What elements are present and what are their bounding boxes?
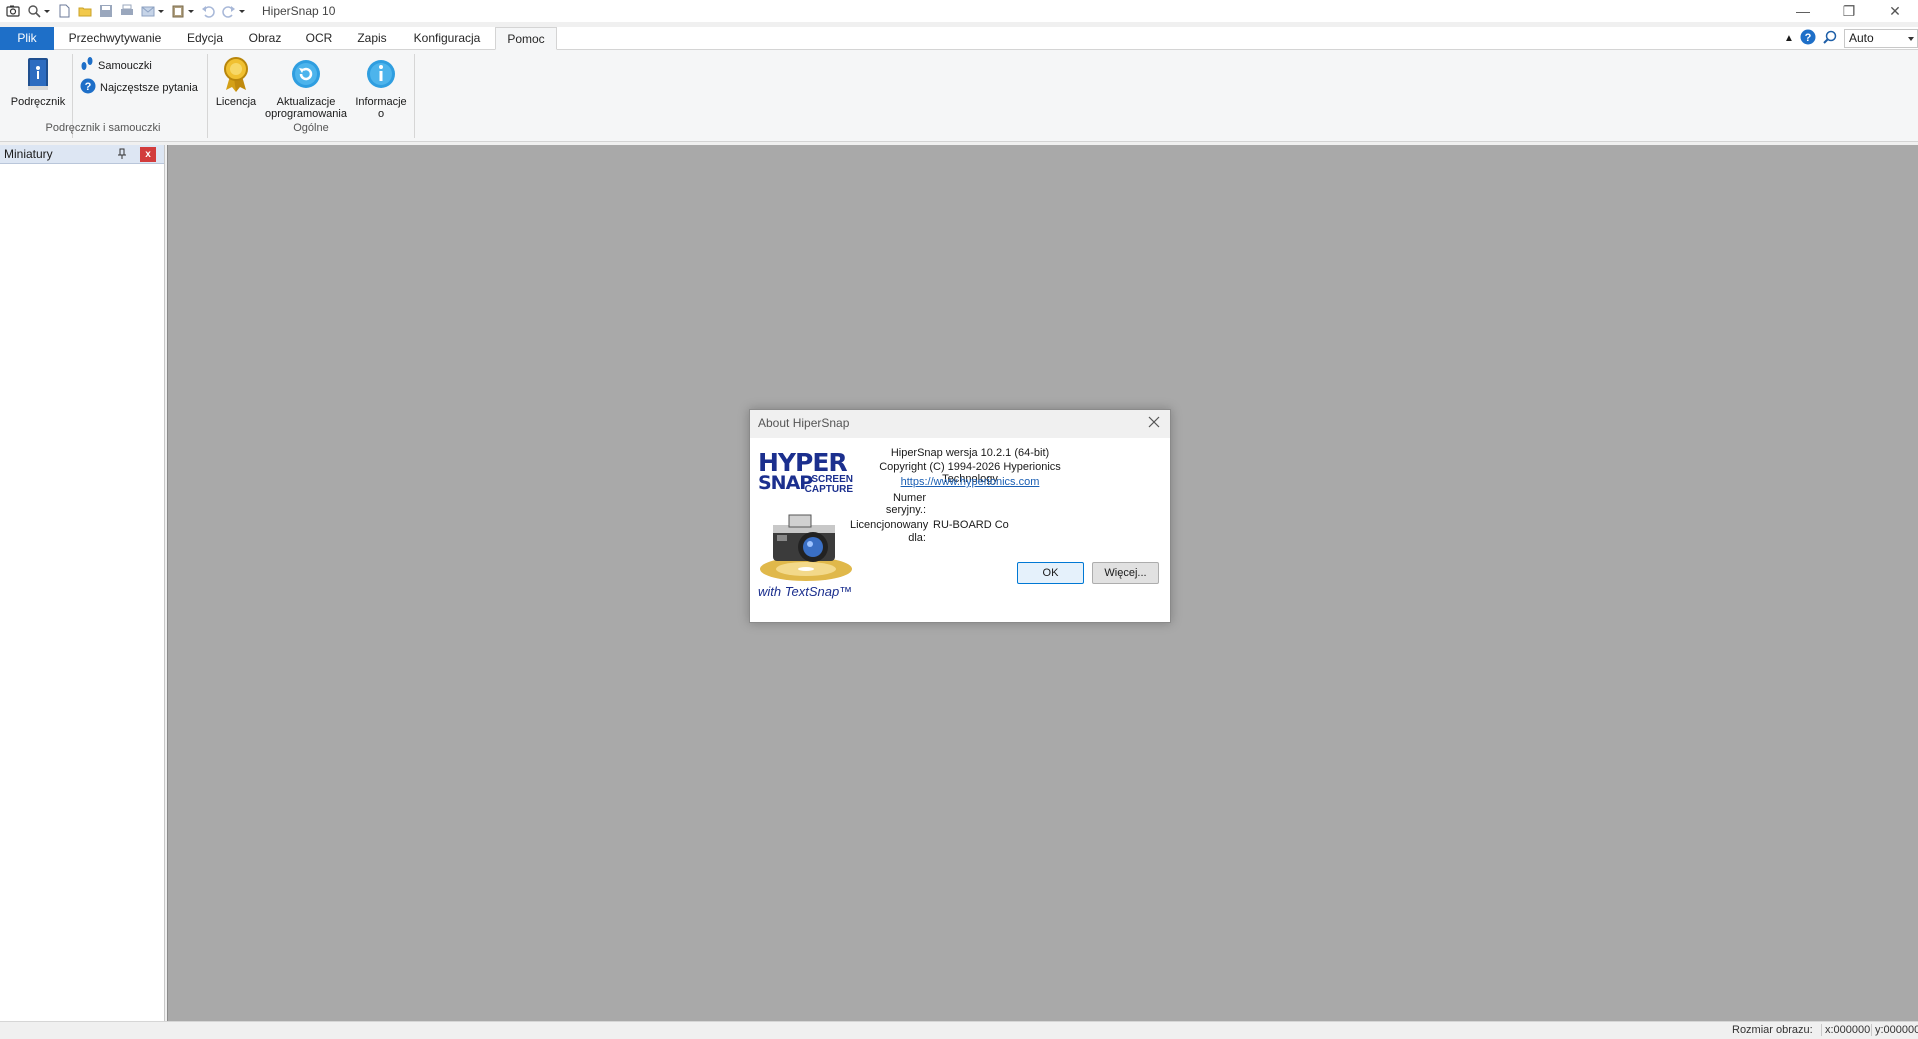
send-icon[interactable] — [141, 4, 155, 18]
thumbnails-header: Miniatury x — [0, 145, 164, 164]
window-controls: — ❐ ✕ — [1780, 0, 1918, 22]
y-coordinate: y:000000 — [1871, 1024, 1918, 1036]
new-icon[interactable] — [57, 4, 71, 18]
print-icon[interactable] — [120, 4, 134, 18]
ribbon-tabs: Plik Przechwytywanie Edycja Obraz OCR Za… — [0, 27, 1918, 50]
chevron-down-icon — [1908, 37, 1914, 41]
logo-textsnap: with TextSnap™ — [758, 584, 853, 599]
pane-close-button[interactable]: x — [140, 147, 156, 162]
manual-label: Podręcznik — [10, 96, 66, 108]
license-button[interactable]: Licencja — [212, 56, 260, 108]
tab-ocr[interactable]: OCR — [296, 27, 342, 50]
chevron-down-icon[interactable] — [188, 9, 194, 13]
zoom-select[interactable]: Auto — [1844, 29, 1918, 48]
faq-label: Najczęstsze pytania — [100, 81, 198, 94]
camera-illustration-icon — [760, 514, 852, 581]
about-label-1: Informacje — [355, 96, 407, 108]
book-icon — [22, 56, 54, 92]
tab-image[interactable]: Obraz — [240, 27, 290, 50]
website-link-wrapper: https://www.hyperionics.com — [860, 476, 1080, 488]
about-button[interactable]: Informacje o — [350, 56, 412, 120]
version-text: HiperSnap wersja 10.2.1 (64-bit) — [890, 447, 1050, 459]
pin-icon[interactable] — [116, 148, 128, 160]
save-icon[interactable] — [99, 4, 113, 18]
licensed-value: RU-BOARD Co — [933, 519, 1009, 531]
separator — [414, 54, 415, 138]
collapse-ribbon-icon[interactable]: ▲ — [1782, 33, 1796, 44]
more-button[interactable]: Więcej... — [1092, 562, 1159, 584]
tab-right-tools: ▲ ? Auto — [1782, 27, 1918, 50]
licensed-label-1: Licencjonowany — [850, 519, 929, 531]
help-icon[interactable]: ? — [1800, 29, 1816, 48]
licensed-label: Licencjonowany dla: — [850, 519, 929, 545]
footsteps-icon — [80, 56, 94, 75]
image-size-label: Rozmiar obrazu: — [1732, 1024, 1813, 1036]
update-icon — [290, 56, 322, 92]
restore-button[interactable]: ❐ — [1826, 0, 1872, 22]
dialog-title: About HiperSnap — [758, 416, 850, 430]
redo-icon[interactable] — [222, 4, 236, 18]
minimize-button[interactable]: — — [1780, 0, 1826, 22]
chevron-down-icon[interactable] — [158, 9, 164, 13]
thumbnails-pane: Miniatury x — [0, 145, 165, 1021]
question-icon: ? — [80, 78, 96, 97]
tab-edit[interactable]: Edycja — [176, 27, 234, 50]
magnifier-icon[interactable] — [27, 4, 41, 18]
x-coordinate: x:000000 — [1821, 1024, 1870, 1036]
award-icon — [220, 56, 252, 92]
tutorials-label: Samouczki — [98, 59, 152, 72]
svg-text:?: ? — [1805, 32, 1812, 44]
manual-button[interactable]: Podręcznik — [8, 56, 68, 108]
chevron-down-icon[interactable] — [44, 9, 50, 13]
ribbon-panel: Podręcznik Samouczki ? Najczęstsze pytan… — [0, 50, 1918, 142]
ok-button[interactable]: OK — [1017, 562, 1084, 584]
website-link[interactable]: https://www.hyperionics.com — [901, 476, 1040, 488]
title-bar: HiperSnap 10 — ❐ ✕ — [0, 0, 1918, 22]
svg-text:?: ? — [85, 81, 92, 93]
tab-save[interactable]: Zapis — [348, 27, 396, 50]
logo-screen-capture: SCREEN CAPTURE — [805, 475, 853, 495]
group-label-general: Ogólne — [293, 122, 329, 134]
zoom-value: Auto — [1849, 31, 1874, 45]
dialog-close-button[interactable] — [1146, 414, 1162, 430]
tab-file[interactable]: Plik — [0, 27, 54, 50]
serial-label: Numer seryjny.: — [885, 492, 926, 516]
clipboard-icon[interactable] — [171, 4, 185, 18]
logo-capture: CAPTURE — [804, 484, 853, 495]
license-label: Licencja — [215, 96, 257, 108]
open-icon[interactable] — [78, 4, 92, 18]
faq-button[interactable]: ? Najczęstsze pytania — [80, 78, 198, 97]
about-label-2: o — [377, 108, 385, 120]
thumbnails-title: Miniatury — [4, 147, 53, 161]
updates-label-2: oprogramowania — [265, 108, 347, 120]
group-label-manual: Podręcznik i samouczki — [45, 122, 161, 134]
tutorials-button[interactable]: Samouczki — [80, 56, 152, 75]
window-title: HiperSnap 10 — [262, 4, 336, 18]
updates-label-1: Aktualizacje — [276, 96, 336, 108]
zoom-icon[interactable] — [1822, 29, 1838, 48]
about-dialog: About HiperSnap HYPER SNAP SCREEN CAPTUR… — [749, 409, 1171, 623]
tab-config[interactable]: Konfiguracja — [402, 27, 492, 50]
tab-capture[interactable]: Przechwytywanie — [60, 27, 170, 50]
customize-icon[interactable] — [239, 9, 245, 13]
undo-icon[interactable] — [201, 4, 215, 18]
tab-help[interactable]: Pomoc — [495, 27, 557, 50]
hypersnap-logo: HYPER SNAP SCREEN CAPTURE with TextSnap™ — [757, 450, 855, 601]
close-button[interactable]: ✕ — [1872, 0, 1918, 22]
status-bar: Rozmiar obrazu: x:000000 y:000000 — [0, 1021, 1918, 1039]
licensed-label-2: dla: — [908, 532, 926, 544]
camera-icon[interactable] — [6, 4, 20, 18]
info-icon — [365, 56, 397, 92]
dialog-body: HYPER SNAP SCREEN CAPTURE with TextSnap™… — [750, 438, 1170, 622]
quick-access-toolbar — [0, 0, 248, 22]
updates-button[interactable]: Aktualizacje oprogramowania — [260, 56, 352, 120]
